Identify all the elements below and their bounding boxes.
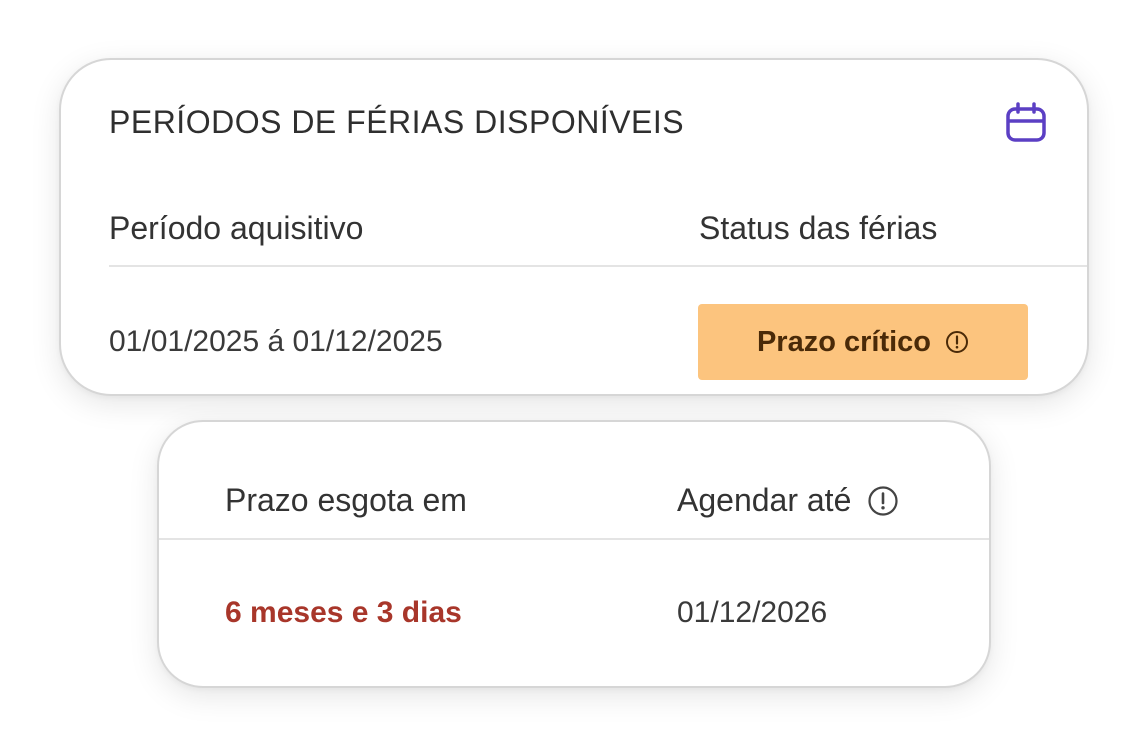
vacation-periods-card: PERÍODOS DE FÉRIAS DISPONÍVEIS Período a… bbox=[59, 58, 1089, 396]
period-value: 01/01/2025 á 01/12/2025 bbox=[109, 325, 443, 358]
calendar-icon[interactable] bbox=[1005, 102, 1047, 144]
status-badge-label: Prazo crítico bbox=[756, 325, 932, 358]
column-header-schedule-until: Agendar até bbox=[677, 482, 899, 519]
table-divider bbox=[109, 265, 1087, 267]
schedule-until-value: 01/12/2026 bbox=[677, 596, 828, 629]
schedule-until-label: Agendar até bbox=[677, 482, 852, 518]
warning-circle-icon bbox=[945, 330, 969, 354]
info-circle-icon[interactable] bbox=[867, 485, 899, 517]
table-divider bbox=[159, 538, 989, 540]
column-header-period: Período aquisitivo bbox=[109, 210, 364, 246]
status-badge: Prazo crítico bbox=[698, 304, 1028, 380]
deadline-card: Prazo esgota em Agendar até 6 meses e 3 … bbox=[157, 420, 991, 688]
card-title: PERÍODOS DE FÉRIAS DISPONÍVEIS bbox=[109, 104, 685, 140]
expires-in-value: 6 meses e 3 dias bbox=[225, 596, 462, 629]
column-header-status: Status das férias bbox=[699, 210, 938, 246]
column-header-expires: Prazo esgota em bbox=[225, 482, 467, 518]
